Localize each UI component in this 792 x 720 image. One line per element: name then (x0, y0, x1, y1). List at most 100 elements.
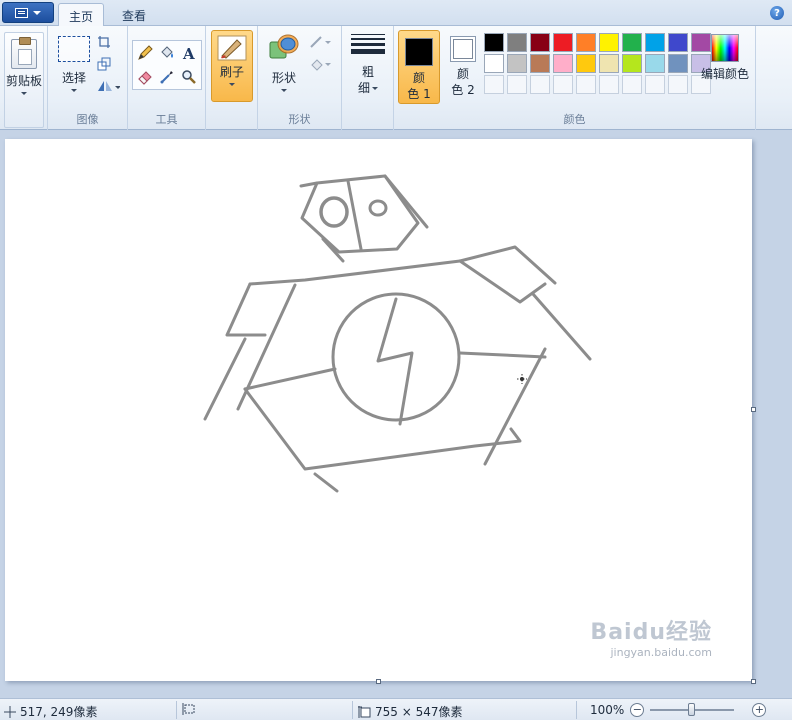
color2-label-1: 颜 (456, 67, 469, 81)
tab-strip: 主页 查看 ? (0, 0, 792, 27)
zoom-controls: 100% − + (590, 703, 767, 717)
palette-custom-slot[interactable] (645, 75, 665, 94)
sketch-drawing (203, 174, 592, 493)
paste-button[interactable]: 剪贴板 (4, 32, 44, 128)
crop-icon (98, 36, 110, 48)
palette-custom-slot[interactable] (530, 75, 550, 94)
pencil-icon (138, 45, 153, 60)
palette-custom-slot[interactable] (553, 75, 573, 94)
shapes-button[interactable]: 形状 (264, 32, 304, 92)
palette-custom-slot[interactable] (622, 75, 642, 94)
palette-swatch[interactable] (645, 54, 665, 73)
palette-swatch[interactable] (668, 33, 688, 52)
palette-custom-slot[interactable] (599, 75, 619, 94)
document-icon (15, 7, 28, 18)
fill-shape-button[interactable] (308, 54, 334, 74)
palette-swatch[interactable] (484, 33, 504, 52)
robot-torso-mid (243, 367, 337, 391)
zoom-slider[interactable] (650, 703, 735, 716)
palette-swatch[interactable] (599, 33, 619, 52)
palette-swatch[interactable] (622, 54, 642, 73)
select-label: 选择 (61, 71, 86, 85)
shapes-group: 形状 形状 (258, 26, 342, 130)
colors-group-label: 颜色 (563, 113, 586, 126)
outline-icon (310, 36, 331, 48)
tab-home[interactable]: 主页 (58, 3, 105, 27)
tools-box: A (132, 40, 202, 90)
edit-colors-label: 编辑颜色 (700, 67, 749, 81)
robot-head-chin (321, 237, 345, 263)
palette-custom-slot[interactable] (484, 75, 504, 94)
tools-group: A 工具 (128, 26, 206, 130)
selection-size (182, 703, 199, 715)
palette-swatch[interactable] (576, 33, 596, 52)
text-button[interactable]: A (179, 43, 199, 63)
eraser-button[interactable] (135, 67, 155, 87)
line-thickness-icon (351, 34, 385, 54)
resize-handle-bottom[interactable] (376, 679, 381, 684)
shapes-group-label: 形状 (288, 113, 311, 126)
palette-custom-slot[interactable] (507, 75, 527, 94)
help-icon[interactable]: ? (770, 6, 784, 20)
status-separator (176, 701, 177, 719)
resize-icon (97, 57, 111, 71)
palette-swatch[interactable] (530, 54, 550, 73)
clipboard-label: 剪贴板 (5, 74, 42, 88)
color-picker-button[interactable] (157, 67, 177, 87)
chevron-down-icon (71, 89, 77, 92)
color1-label-2: 色 1 (407, 87, 431, 101)
color2-swatch (453, 39, 473, 59)
edit-colors-button[interactable]: 编辑颜色 (700, 34, 750, 82)
image-group: 选择 图像 (48, 26, 128, 130)
select-button[interactable]: 选择 (54, 36, 94, 92)
outline-button[interactable] (308, 32, 334, 52)
palette-swatch[interactable] (484, 54, 504, 73)
robot-right-eye (368, 199, 388, 217)
brushes-button[interactable]: 刷子 (211, 30, 253, 102)
zoom-in-button[interactable]: + (752, 703, 767, 717)
chevron-down-icon (281, 89, 287, 92)
palette-swatch[interactable] (645, 33, 665, 52)
shapes-label: 形状 (271, 71, 296, 85)
color1-button[interactable]: 颜 色 1 (398, 30, 440, 104)
palette-swatch[interactable] (530, 33, 550, 52)
palette-swatch[interactable] (668, 54, 688, 73)
resize-button[interactable] (94, 54, 114, 74)
zoom-out-button[interactable]: − (630, 703, 645, 717)
rotate-button[interactable] (94, 76, 122, 96)
crop-button[interactable] (94, 32, 114, 52)
palette-swatch[interactable] (599, 54, 619, 73)
magnifier-button[interactable] (179, 67, 199, 87)
color1-swatch (405, 38, 433, 66)
fill-shape-icon (311, 59, 331, 71)
canvas-size-text: 755 × 547像素 (375, 705, 463, 719)
drawing-canvas[interactable]: Baidu经验 jingyan.baidu.com (5, 139, 752, 681)
palette-swatch[interactable] (507, 33, 527, 52)
palette-swatch[interactable] (553, 33, 573, 52)
palette-custom-slot[interactable] (668, 75, 688, 94)
palette-swatch[interactable] (507, 54, 527, 73)
robot-shoulders (248, 245, 557, 286)
eraser-icon (138, 71, 152, 85)
canvas-size-icon (358, 705, 371, 718)
paint-menu-button[interactable] (2, 2, 54, 23)
robot-head-line-right (383, 174, 429, 229)
resize-handle-corner[interactable] (751, 679, 756, 684)
palette-custom-slot[interactable] (576, 75, 596, 94)
clipboard-icon (11, 37, 37, 69)
palette-swatch[interactable] (622, 33, 642, 52)
zoom-slider-thumb[interactable] (688, 703, 696, 716)
robot-right-arm (458, 259, 547, 304)
pencil-button[interactable] (135, 43, 155, 63)
zoom-level: 100% (590, 703, 625, 717)
color1-label-1: 颜 (412, 71, 425, 85)
resize-handle-right[interactable] (751, 407, 756, 412)
thickness-button[interactable]: 粗 细 (350, 34, 386, 96)
palette-swatch[interactable] (576, 54, 596, 73)
tab-view[interactable]: 查看 (112, 3, 156, 27)
color2-button[interactable]: 颜 色 2 (442, 30, 484, 104)
chevron-down-icon (372, 86, 378, 90)
palette-swatch[interactable] (553, 54, 573, 73)
rotate-icon (98, 81, 120, 91)
fill-button[interactable] (157, 43, 177, 63)
